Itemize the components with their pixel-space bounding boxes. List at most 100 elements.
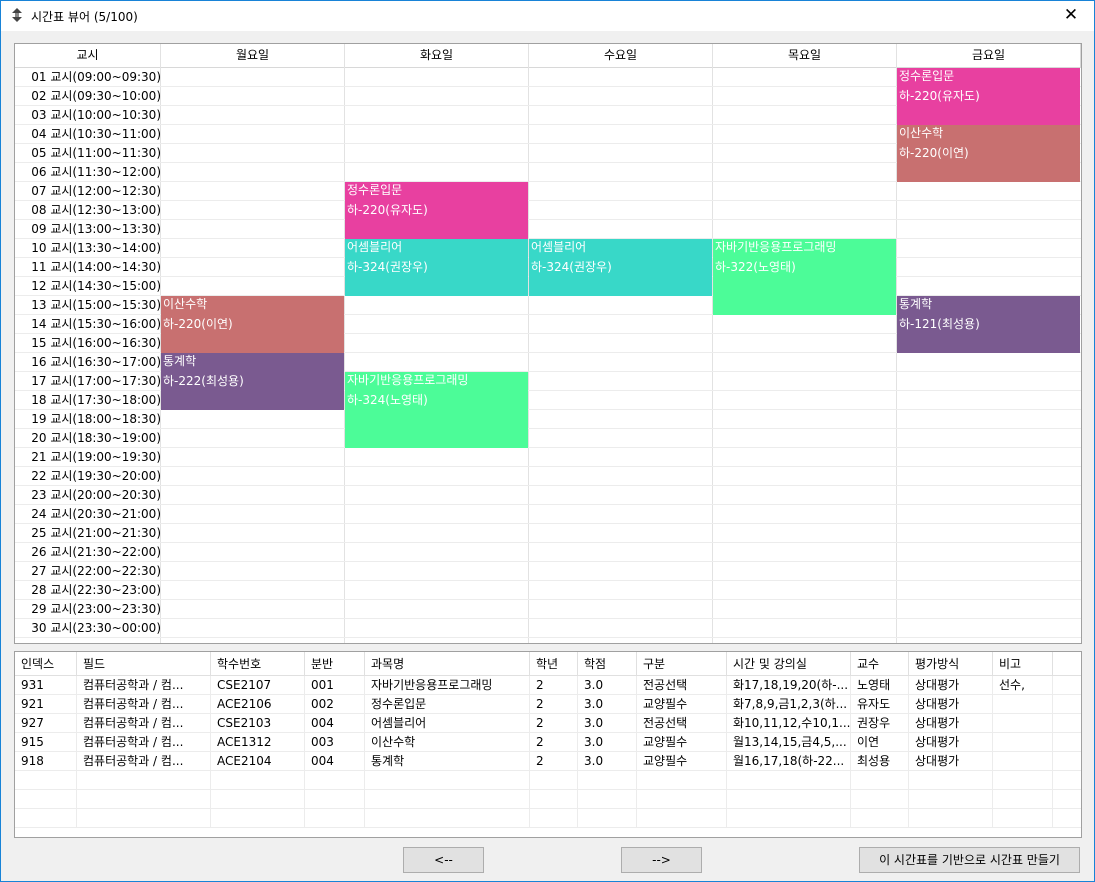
table-cell: 화7,8,9,금1,2,3(하... xyxy=(727,695,851,714)
course-block-room: 하-220(이연) xyxy=(163,317,233,331)
table-cell xyxy=(909,809,993,828)
table-cell: 2 xyxy=(530,733,578,752)
column-header[interactable]: 학년 xyxy=(530,652,578,676)
period-label: 16 교시(16:30~17:00) xyxy=(31,355,161,369)
table-cell xyxy=(77,790,211,809)
table-row[interactable] xyxy=(15,790,1081,809)
table-cell: CSE2107 xyxy=(211,676,305,695)
prev-button[interactable]: <-- xyxy=(403,847,484,873)
period-row: 28 교시(22:30~23:00) xyxy=(15,581,1081,600)
course-block[interactable]: 이산수학하-220(이연) xyxy=(161,296,344,353)
period-label: 19 교시(18:00~18:30) xyxy=(31,412,161,426)
course-block[interactable]: 정수론입문 하-220(유자도) xyxy=(345,182,528,239)
day-header: 월요일 xyxy=(161,44,345,67)
column-header[interactable]: 평가방식 xyxy=(909,652,993,676)
period-row: 29 교시(23:00~23:30) xyxy=(15,600,1081,619)
course-block[interactable]: 통계학 하-121(최성용) xyxy=(897,296,1080,353)
table-cell: CSE2103 xyxy=(211,714,305,733)
period-row: 24 교시(20:30~21:00) xyxy=(15,505,1081,524)
period-label: 27 교시(22:00~22:30) xyxy=(31,564,161,578)
course-block-room: 하-322(노영태) xyxy=(715,260,796,274)
table-cell: 화17,18,19,20(하-... xyxy=(727,676,851,695)
course-block-name: 자바기반응용프로그래밍 xyxy=(347,373,469,387)
table-cell: 통계학 xyxy=(365,752,530,771)
table-cell xyxy=(851,790,909,809)
title-bar[interactable]: 시간표 뷰어 (5/100) ✕ xyxy=(1,1,1094,31)
course-block[interactable]: 어셈블리어 하-324(권장우) xyxy=(345,239,528,296)
period-label: 25 교시(21:00~21:30) xyxy=(31,526,161,540)
table-cell: 927 xyxy=(15,714,77,733)
period-row: 21 교시(19:00~19:30) xyxy=(15,448,1081,467)
table-cell: 2 xyxy=(530,752,578,771)
column-header[interactable]: 교수 xyxy=(851,652,909,676)
course-block[interactable]: 어셈블리어 하-324(권장우) xyxy=(529,239,712,296)
table-cell: 918 xyxy=(15,752,77,771)
table-cell xyxy=(365,771,530,790)
table-cell: 노영태 xyxy=(851,676,909,695)
table-row[interactable]: 915 컴퓨터공학과 / 컴... ACE1312 003 이산수학 2 3.0 교양필수 월1… xyxy=(15,733,1081,752)
table-cell: 컴퓨터공학과 / 컴... xyxy=(77,714,211,733)
course-block[interactable]: 정수론입문 하-220(유자도) xyxy=(897,68,1080,125)
next-button[interactable]: --> xyxy=(621,847,702,873)
table-cell xyxy=(15,790,77,809)
period-label: 17 교시(17:00~17:30) xyxy=(31,374,161,388)
table-cell: 004 xyxy=(305,752,365,771)
course-block[interactable]: 이산수학 하-220(이연) xyxy=(897,125,1080,182)
table-cell: 컴퓨터공학과 / 컴... xyxy=(77,695,211,714)
close-icon[interactable]: ✕ xyxy=(1048,1,1094,31)
day-header: 금요일 xyxy=(897,44,1081,67)
table-cell xyxy=(637,771,727,790)
course-block-name: 자바기반응용프로그래밍 xyxy=(715,240,837,254)
column-header[interactable]: 필드 xyxy=(77,652,211,676)
table-cell: 003 xyxy=(305,733,365,752)
table-cell xyxy=(578,790,637,809)
table-cell xyxy=(993,733,1053,752)
table-cell: ACE2106 xyxy=(211,695,305,714)
column-header[interactable]: 시간 및 강의실 xyxy=(727,652,851,676)
column-header[interactable]: 학수번호 xyxy=(211,652,305,676)
table-cell: 3.0 xyxy=(578,676,637,695)
period-label: 04 교시(10:30~11:00) xyxy=(31,127,161,141)
course-block-room: 하-324(권장우) xyxy=(531,260,612,274)
column-header[interactable]: 비고 xyxy=(993,652,1053,676)
table-row[interactable]: 918 컴퓨터공학과 / 컴... ACE2104 004 통계학 2 3.0 교양필수 월16… xyxy=(15,752,1081,771)
table-row[interactable] xyxy=(15,809,1081,828)
column-header[interactable]: 구분 xyxy=(637,652,727,676)
table-cell: 교양필수 xyxy=(637,695,727,714)
table-cell xyxy=(909,790,993,809)
column-header[interactable]: 분반 xyxy=(305,652,365,676)
table-row[interactable]: 927 컴퓨터공학과 / 컴... CSE2103 004 어셈블리어 2 3.0 전공선택 화… xyxy=(15,714,1081,733)
table-cell: 931 xyxy=(15,676,77,695)
table-cell xyxy=(993,714,1053,733)
column-header[interactable]: 학점 xyxy=(578,652,637,676)
table-cell xyxy=(15,809,77,828)
table-cell xyxy=(993,695,1053,714)
timetable-grid: 교시 월요일 화요일 수요일 목요일 금요일 01 교시(09:00~09:30) 02 교… xyxy=(14,43,1082,644)
table-cell xyxy=(909,771,993,790)
table-row[interactable]: 921 컴퓨터공학과 / 컴... ACE2106 002 정수론입문 2 3.0 교양필수 화… xyxy=(15,695,1081,714)
table-cell xyxy=(578,771,637,790)
course-block-name: 이산수학 xyxy=(163,297,208,311)
create-timetable-button[interactable]: 이 시간표를 기반으로 시간표 만들기 xyxy=(859,847,1080,873)
course-block-room: 하-220(유자도) xyxy=(899,89,980,103)
table-cell: 정수론입문 xyxy=(365,695,530,714)
table-cell: 전공선택 xyxy=(637,714,727,733)
course-block[interactable]: 자바기반응용프로그래밍하-322(노영태) xyxy=(713,239,896,315)
table-cell xyxy=(305,809,365,828)
table-row[interactable] xyxy=(15,771,1081,790)
period-label: 22 교시(19:30~20:00) xyxy=(31,469,161,483)
table-row[interactable]: 931 컴퓨터공학과 / 컴... CSE2107 001 자바기반응용프로그래밍 2 3.… xyxy=(15,676,1081,695)
table-cell: 이산수학 xyxy=(365,733,530,752)
column-header[interactable]: 과목명 xyxy=(365,652,530,676)
day-header: 목요일 xyxy=(713,44,897,67)
table-cell: 3.0 xyxy=(578,752,637,771)
table-cell: 화10,11,12,수10,1... xyxy=(727,714,851,733)
course-block[interactable]: 자바기반응용프로그래밍 하-324(노영태) xyxy=(345,372,528,448)
table-cell: 915 xyxy=(15,733,77,752)
course-table[interactable]: 인덱스 필드 학수번호 분반 과목명 학년 학점 구분 시간 및 강의실 교수 평가방식 비고 931… xyxy=(14,651,1082,838)
period-row: 09 교시(13:00~13:30) xyxy=(15,220,1081,239)
column-header[interactable]: 인덱스 xyxy=(15,652,77,676)
course-block[interactable]: 통계학 하-222(최성용) xyxy=(161,353,344,410)
window-title: 시간표 뷰어 (5/100) xyxy=(31,10,138,24)
period-label: 09 교시(13:00~13:30) xyxy=(31,222,161,236)
